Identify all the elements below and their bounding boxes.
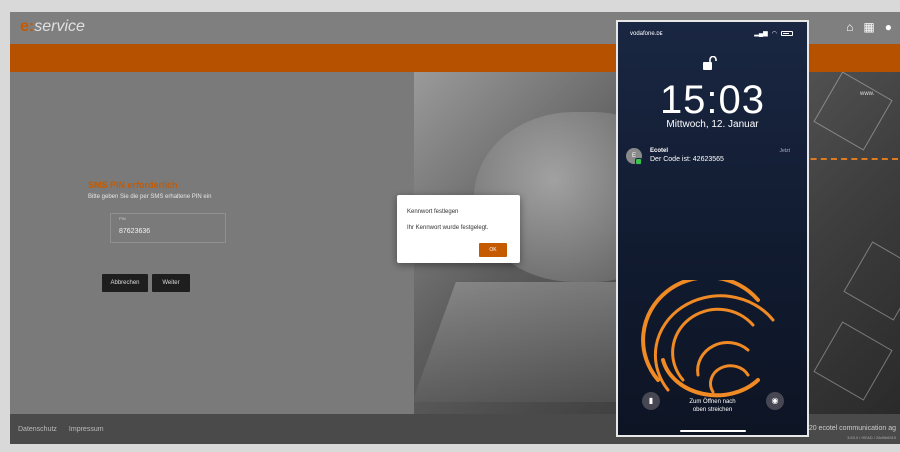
messages-app-icon [635, 158, 642, 165]
carrier-label: vodafone.ᴅᴇ [630, 31, 663, 37]
ok-button[interactable]: OK [479, 243, 507, 257]
wallpaper-spiral-graphic [641, 280, 775, 398]
pin-label: PIN [119, 216, 126, 221]
user-account-icon[interactable]: ● [885, 20, 892, 34]
www-label: www. [860, 91, 875, 97]
hex-decoration [843, 241, 900, 321]
eservice-logo[interactable]: e:service [20, 18, 85, 36]
version-label: 3.63.0 / HEAD / 26d5b6919 [847, 435, 896, 440]
imprint-link[interactable]: Impressum [69, 426, 104, 433]
pin-value: 87623636 [119, 228, 151, 235]
footer-copyright: 20 ecotel communication ag 3.63.0 / HEAD… [808, 425, 896, 440]
battery-icon [781, 31, 793, 36]
cancel-button[interactable]: Abbrechen [102, 274, 148, 292]
notification-text: Der Code ist: 42623565 [650, 156, 724, 163]
unlocked-padlock-icon [703, 56, 717, 70]
footer-links: Datenschutz Impressum [18, 426, 104, 433]
notification-sender: Ecotel [650, 148, 669, 154]
hex-decoration [813, 321, 893, 401]
privacy-link[interactable]: Datenschutz [18, 426, 57, 433]
password-set-dialog: Kennwort festlegen Ihr Kennwort wurde fe… [397, 195, 520, 263]
form-heading: SMS PIN erforderlich [88, 180, 178, 190]
wifi-icon: ◠ [771, 31, 777, 37]
home-icon[interactable]: ⌂ [846, 20, 853, 34]
hex-decoration [813, 72, 893, 151]
dialog-message: Ihr Kennwort wurde festgelegt. [407, 225, 489, 231]
next-button[interactable]: Weiter [152, 274, 190, 292]
lockscreen-time: 15:03 [659, 78, 766, 122]
home-indicator[interactable] [680, 430, 746, 432]
pin-input[interactable]: PIN 87623636 [110, 213, 226, 243]
dialog-title: Kennwort festlegen [407, 209, 459, 215]
lockscreen-date: Mittwoch, 12. Januar [666, 119, 759, 130]
sms-notification[interactable]: E Ecotel Der Code ist: 42623565 Jetzt [626, 146, 798, 168]
login-form-pane [10, 72, 414, 414]
notification-time: Jetzt [779, 148, 790, 154]
form-subtitle: Bitte geben Sie die per SMS erhaltene PI… [88, 194, 212, 200]
phone-lockscreen: vodafone.ᴅᴇ ▂▄▆ ◠ 15:03 Mittwoch, 12. Ja… [616, 20, 809, 437]
signal-icon: ▂▄▆ [754, 31, 768, 37]
unlock-hint: Zum Öffnen nach oben streichen [689, 399, 736, 413]
status-icons: ▂▄▆ ◠ [754, 30, 793, 37]
top-icons: ⌂ ▦ ● [846, 20, 892, 34]
apps-grid-icon[interactable]: ▦ [863, 20, 874, 34]
